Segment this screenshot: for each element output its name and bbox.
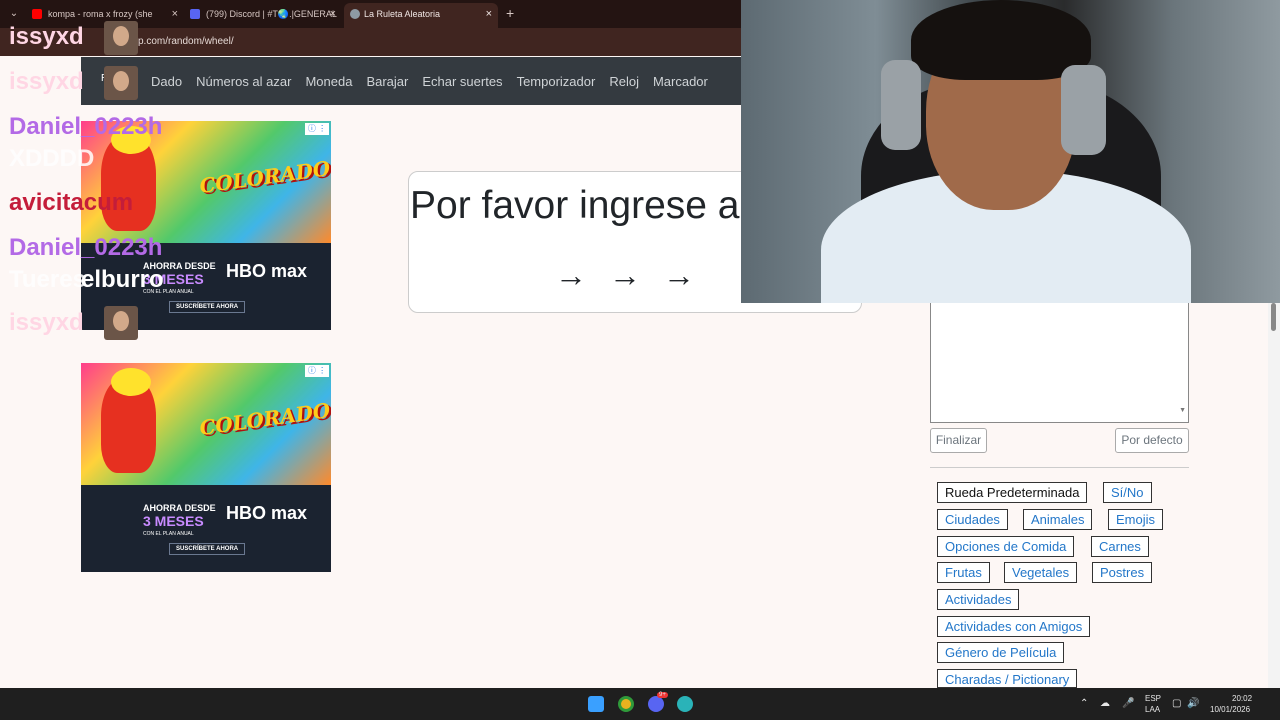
hbo-max-logo: HBO max: [226, 503, 308, 523]
wheel-frutas[interactable]: Frutas: [937, 562, 990, 583]
chat-username: Daniel_0223h: [9, 234, 163, 261]
nav-link-numeros[interactable]: Números al azar: [196, 74, 291, 89]
chat-username: issyxd: [9, 309, 84, 336]
browser-icon[interactable]: [677, 696, 693, 712]
ad-offer: AHORRA DESDE 3 MESES CON EL PLAN ANUAL H…: [81, 485, 331, 572]
ad-info-icon[interactable]: ⓘ ⋮: [305, 365, 329, 377]
ad-info-icon[interactable]: ⓘ ⋮: [305, 123, 329, 135]
wheel-genero-pelicula[interactable]: Género de Película: [937, 642, 1065, 663]
ad-offer-line1: AHORRA DESDE: [143, 503, 216, 513]
avatar: [104, 306, 138, 340]
new-tab-button[interactable]: +: [506, 5, 514, 21]
network-icon[interactable]: ▢: [1172, 698, 1181, 709]
close-tab-icon[interactable]: ×: [486, 3, 492, 25]
chat-username: issyxd: [9, 68, 84, 95]
nav-link-echar-suertes[interactable]: Echar suertes: [422, 74, 502, 89]
nav-link-temporizador[interactable]: Temporizador: [517, 74, 596, 89]
nav-link-dado[interactable]: Dado: [151, 74, 182, 89]
avatar: [104, 66, 138, 100]
nav-link-moneda[interactable]: Moneda: [305, 74, 352, 89]
chat-username: issyxd: [9, 23, 84, 50]
language-region[interactable]: LAA: [1145, 705, 1160, 714]
notification-badge: 9+: [657, 692, 668, 698]
resize-handle-icon[interactable]: ▼: [1179, 407, 1186, 414]
microphone-icon[interactable]: 🎤: [1122, 698, 1134, 709]
wheel-actividades[interactable]: Actividades: [937, 589, 1020, 610]
chevron-up-icon[interactable]: ⌃: [1080, 698, 1088, 709]
ad-offer-line3: CON EL PLAN ANUAL: [143, 531, 194, 537]
webcam-overlay: [741, 0, 1280, 303]
chat-username: Daniel_0223h: [9, 113, 163, 140]
wheel-actividades-amigos[interactable]: Actividades con Amigos: [937, 616, 1091, 637]
tab-label: kompa - roma x frozy (she: [48, 9, 153, 19]
ad-offer-line2: 3 MESES: [143, 513, 204, 529]
globe-icon: [350, 9, 360, 19]
ad-logo: COLORADO: [197, 155, 331, 199]
default-button[interactable]: Por defecto: [1115, 428, 1189, 453]
close-tab-icon[interactable]: ×: [330, 3, 336, 25]
clock-date[interactable]: 10/01/2026: [1210, 705, 1250, 714]
discord-icon[interactable]: [648, 696, 664, 712]
youtube-icon: [32, 9, 42, 19]
wheel-postres[interactable]: Postres: [1092, 562, 1153, 583]
arrow-icons: →→→: [555, 257, 717, 293]
webcam-hair: [911, 0, 1091, 80]
ad-artwork: COLORADO: [81, 363, 331, 485]
ad-subscribe-button[interactable]: SUSCRÍBETE AHORA: [169, 301, 246, 313]
cloud-icon[interactable]: ☁: [1100, 698, 1110, 709]
wheel-ciudades[interactable]: Ciudades: [937, 509, 1008, 530]
nav-link-reloj[interactable]: Reloj: [609, 74, 639, 89]
ad-subscribe-button[interactable]: SUSCRÍBETE AHORA: [169, 543, 246, 555]
close-tab-icon[interactable]: ×: [172, 3, 178, 25]
url-text[interactable]: p.com/random/wheel/: [138, 36, 234, 47]
nav-link-marcador[interactable]: Marcador: [653, 74, 708, 89]
ad-logo: COLORADO: [197, 397, 331, 441]
hbo-max-logo: HBO max: [226, 261, 308, 281]
wheel-charadas[interactable]: Charadas / Pictionary: [937, 669, 1078, 688]
ad-character-head: [111, 368, 151, 396]
tab-discord[interactable]: (799) Discord | #T🌏.|GENERAL | ×: [190, 3, 338, 28]
taskbar: 9+ ⌃ ☁ 🎤 ESP LAA ▢ 🔊 20:02 10/01/2026: [0, 688, 1280, 720]
wheel-carnes[interactable]: Carnes: [1091, 536, 1149, 557]
nav-links: Dado Números al azar Moneda Barajar Echa…: [151, 74, 708, 89]
chat-message: XDDDD: [9, 145, 95, 172]
divider: [930, 467, 1189, 468]
wheel-emojis[interactable]: Emojis: [1108, 509, 1164, 530]
wheel-animales[interactable]: Animales: [1023, 509, 1093, 530]
tab-label: (799) Discord | #T🌏.|GENERAL |: [206, 9, 338, 19]
chat-username: avicitacum: [9, 189, 134, 216]
avatar: [104, 21, 138, 55]
clock-time[interactable]: 20:02: [1232, 694, 1252, 703]
headset-right: [1061, 65, 1106, 155]
chrome-icon[interactable]: [618, 696, 634, 712]
nav-link-barajar[interactable]: Barajar: [366, 74, 408, 89]
chat-message: elburro: [81, 266, 164, 293]
wheel-options-textarea[interactable]: ▼: [930, 300, 1189, 423]
page-scrollbar[interactable]: [1268, 303, 1280, 688]
chat-message: Tueres: [9, 266, 86, 293]
tab-ruleta[interactable]: La Ruleta Aleatoria ×: [344, 3, 498, 28]
discord-icon: [190, 9, 200, 19]
tab-search-icon[interactable]: ⌄: [6, 6, 22, 22]
language-indicator[interactable]: ESP: [1145, 694, 1161, 703]
wheel-opciones-comida[interactable]: Opciones de Comida: [937, 536, 1075, 557]
wheel-si-no[interactable]: Sí/No: [1103, 482, 1152, 503]
wheel-vegetales[interactable]: Vegetales: [1004, 562, 1078, 583]
windows-start-icon[interactable]: [588, 696, 604, 712]
tab-label: La Ruleta Aleatoria: [364, 9, 441, 19]
prompt-text: Por favor ingrese a: [410, 184, 740, 227]
site-navbar: R Dado Números al azar Moneda Barajar Ec…: [81, 57, 741, 105]
volume-icon[interactable]: 🔊: [1187, 698, 1199, 709]
wheel-rueda-predeterminada[interactable]: Rueda Predeterminada: [937, 482, 1088, 503]
ad-banner-top[interactable]: COLORADO AHORRA DESDE 3 MESES CON EL PLA…: [81, 121, 331, 330]
finish-button[interactable]: Finalizar: [930, 428, 987, 453]
scrollbar-thumb[interactable]: [1271, 303, 1276, 331]
ad-banner-bottom[interactable]: COLORADO AHORRA DESDE 3 MESES CON EL PLA…: [81, 363, 331, 572]
headset-left: [881, 60, 921, 150]
